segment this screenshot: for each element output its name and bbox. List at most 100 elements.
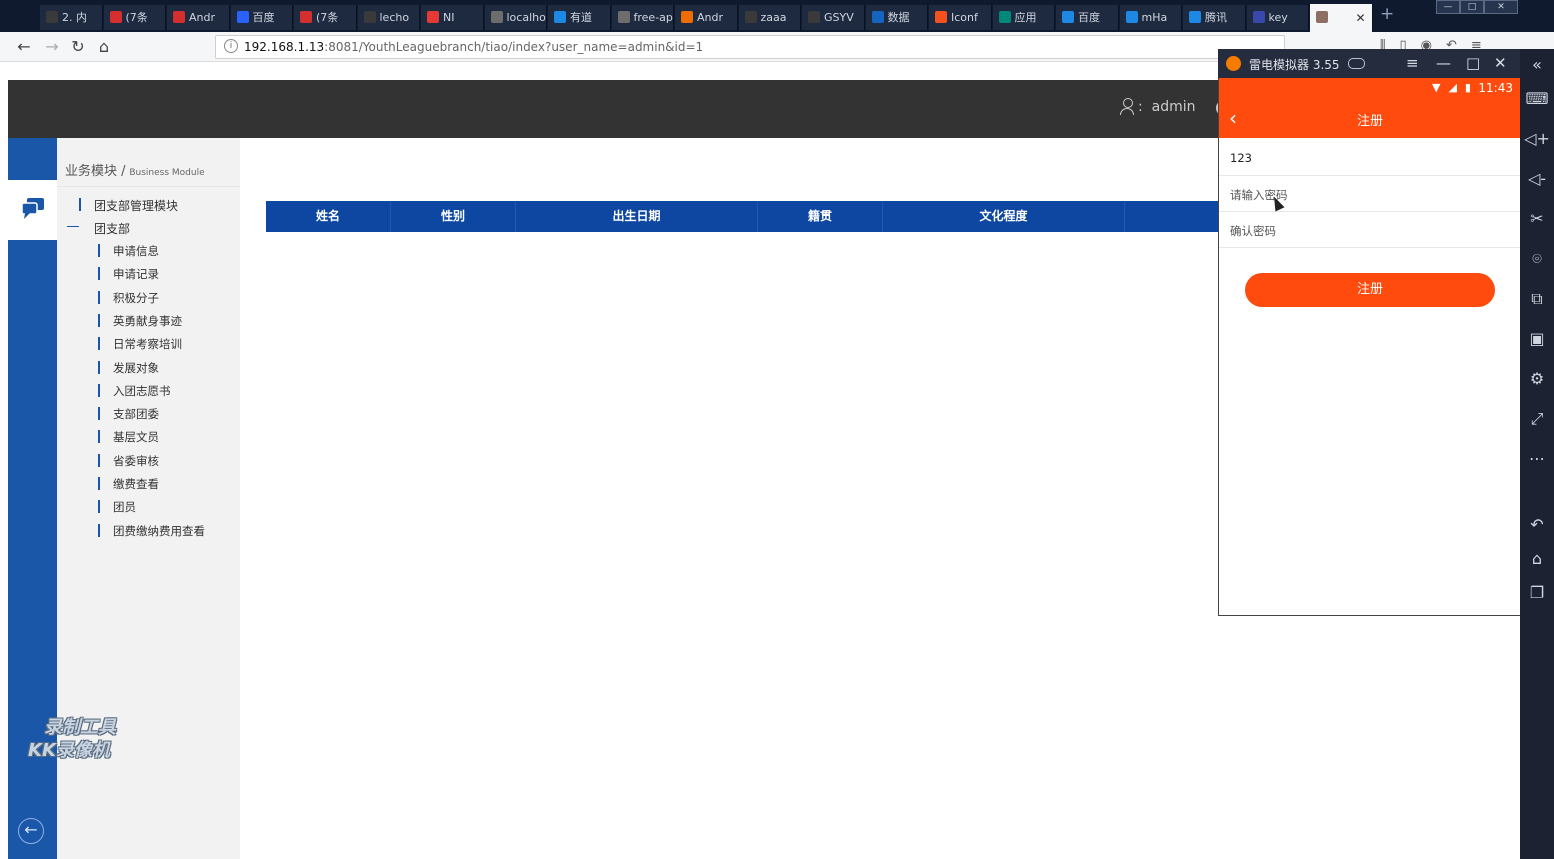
sidebar-subitem[interactable]: 英勇献身事迹 [98, 313, 182, 329]
menu-icon[interactable]: ≡ [1406, 54, 1419, 72]
sidebar-subitem[interactable]: 支部团委 [98, 406, 159, 422]
confirm-password-field[interactable]: 确认密码 [1219, 212, 1521, 248]
sidebar-subitem-label: 申请信息 [113, 244, 159, 258]
username-field[interactable]: 123 [1219, 140, 1521, 176]
browser-tab[interactable]: key [1246, 5, 1309, 30]
maximize-icon[interactable]: □ [1466, 54, 1480, 72]
reload-icon[interactable]: ↻ [68, 37, 88, 57]
volume-up-icon[interactable]: ◁+ [1520, 129, 1554, 148]
browser-tab[interactable]: Iconf [929, 5, 992, 30]
collapse-toolbar-icon[interactable]: « [1520, 55, 1554, 74]
sidebar-title: 业务模块 / Business Module [65, 160, 205, 179]
watermark-line2: KK录像机 [28, 740, 110, 761]
sidebar-subitem-label: 省委审核 [113, 453, 159, 468]
menu-bar-marker [98, 500, 100, 514]
tab-label: mHa [1141, 11, 1168, 24]
browser-tab[interactable]: 应用 [992, 5, 1055, 30]
sidebar-subitem[interactable]: 团费缴纳费用查看 [98, 523, 205, 539]
module-tab-business[interactable] [8, 180, 57, 240]
keyboard-icon[interactable]: ⌨ [1520, 89, 1554, 108]
browser-tab[interactable]: mHa [1119, 5, 1182, 30]
sidebar-subitem[interactable]: 积极分子 [98, 290, 159, 306]
tab-label: NI [443, 11, 455, 24]
column-header-birthdate: 出生日期 [516, 201, 758, 232]
user-info[interactable]: : admin [1120, 98, 1196, 115]
column-header-extra [1125, 201, 1218, 232]
status-time: 11:43 [1478, 81, 1513, 95]
sidebar-subitem[interactable]: 团员 [98, 499, 136, 515]
add-window-icon[interactable]: ⧉ [1520, 289, 1554, 309]
tab-favicon-icon [998, 11, 1011, 23]
tab-label: Iconf [951, 11, 978, 24]
fullscreen-icon[interactable]: ⤢ [1520, 409, 1554, 429]
minimize-icon[interactable]: — [1436, 54, 1451, 72]
android-home-icon[interactable]: ⌂ [1520, 549, 1554, 568]
close-tab-icon[interactable]: ✕ [1355, 4, 1365, 32]
sidebar-subitem[interactable]: 省委审核 [98, 453, 159, 469]
register-button[interactable]: 注册 [1245, 273, 1495, 307]
apk-install-icon[interactable]: ▣ [1520, 329, 1554, 348]
new-tab-button[interactable]: + [1380, 4, 1394, 24]
tab-label: zaaa [760, 11, 787, 24]
browser-tab[interactable]: (7条 [103, 5, 166, 30]
sidebar-subitem[interactable]: 入团志愿书 [98, 383, 171, 399]
sidebar-subitem[interactable]: 申请记录 [98, 266, 159, 282]
sidebar-subitem[interactable]: 缴费查看 [98, 476, 159, 492]
home-icon[interactable]: ⌂ [94, 37, 114, 57]
tab-label: (7条 [125, 11, 148, 24]
forward-icon[interactable]: → [42, 37, 62, 57]
tab-label: 数据 [887, 11, 910, 24]
back-icon[interactable]: ← [14, 37, 34, 57]
browser-tab[interactable]: GSYV [802, 5, 865, 30]
app-title: 注册 [1356, 114, 1383, 129]
browser-tab[interactable]: free-api.h [611, 5, 674, 30]
browser-tab[interactable]: (7条 [294, 5, 357, 30]
browser-tab[interactable]: 百度 [230, 5, 293, 30]
browser-tab[interactable]: 2. 内 [40, 5, 103, 30]
browser-tab[interactable]: NI [421, 5, 484, 30]
settings-gear-icon[interactable]: ⚙ [1520, 369, 1554, 388]
sidebar-subitem[interactable]: 发展对象 [98, 360, 159, 376]
browser-tab[interactable]: 数据 [865, 5, 928, 30]
sidebar-subitem[interactable]: 日常考察培训 [98, 336, 182, 352]
browser-tab[interactable]: localhost [484, 5, 547, 30]
browser-tab[interactable]: Andr [675, 5, 738, 30]
browser-tab[interactable]: 百度 [1056, 5, 1119, 30]
tab-label: free-api.h [633, 11, 674, 24]
menu-group-tuanzhibu[interactable]: 团支部 [67, 220, 130, 237]
location-icon[interactable]: ⌾ [1520, 249, 1554, 269]
browser-tab[interactable]: ✕ [1310, 4, 1373, 32]
browser-tab[interactable]: Andr [167, 5, 230, 30]
menu-root-item[interactable]: 团支部管理模块 [79, 197, 178, 214]
sidebar-subitem-label: 入团志愿书 [113, 383, 171, 398]
close-window-button[interactable]: ✕ [1484, 0, 1518, 14]
site-info-icon[interactable]: i [224, 39, 238, 53]
username-value: 123 [1230, 151, 1252, 165]
tab-favicon-icon [681, 11, 693, 23]
tab-favicon-icon [46, 11, 58, 23]
volume-down-icon[interactable]: ◁- [1520, 169, 1554, 188]
sidebar-subitem-label: 日常考察培训 [113, 337, 182, 352]
tab-label: GSYV [824, 11, 854, 24]
gamepad-icon[interactable] [1348, 58, 1365, 69]
android-back-icon[interactable]: ↶ [1520, 515, 1554, 534]
tab-favicon-icon [490, 11, 503, 23]
browser-tab[interactable]: zaaa [738, 5, 801, 30]
android-recents-icon[interactable]: ❐ [1520, 583, 1554, 602]
screenshot-scissors-icon[interactable]: ✂ [1520, 209, 1554, 228]
menu-bar-marker [98, 267, 100, 281]
address-bar[interactable]: i 192.168.1.13:8081/YouthLeaguebranch/ti… [215, 35, 1285, 59]
tab-label: Andr [697, 11, 724, 24]
maximize-window-button[interactable]: □ [1460, 0, 1484, 14]
collapse-arrow-icon[interactable]: ← [18, 818, 44, 844]
sidebar-subitem[interactable]: 申请信息 [98, 243, 159, 259]
password-field[interactable]: 请输入密码 [1219, 176, 1521, 212]
minimize-window-button[interactable]: — [1436, 0, 1460, 14]
more-icon[interactable]: ⋯ [1520, 449, 1554, 468]
tab-favicon-icon [427, 11, 439, 23]
sidebar-subitem[interactable]: 基层文员 [98, 429, 159, 445]
browser-tab[interactable]: 有道 [548, 5, 611, 30]
browser-tab[interactable]: lecho [357, 5, 420, 30]
close-icon[interactable]: ✕ [1494, 54, 1507, 72]
browser-tab[interactable]: 腾讯 [1183, 5, 1246, 30]
